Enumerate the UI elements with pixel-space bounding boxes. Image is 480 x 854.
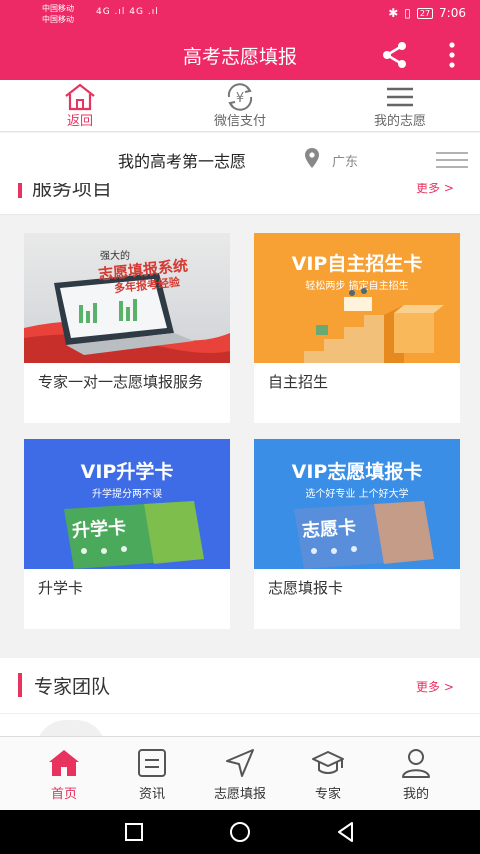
tab-back-label: 返回 <box>66 114 93 129</box>
nav-home[interactable]: 首页 <box>20 737 108 811</box>
share-icon[interactable] <box>380 40 410 70</box>
nav-news[interactable]: 资讯 <box>108 737 196 811</box>
card-illustration <box>64 501 204 569</box>
status-bar: 中国移动 中国移动 4G .ıl 4G .ıl ✱ ▯ 27 7:06 <box>0 0 480 30</box>
vibrate-icon: ▯ <box>404 6 411 20</box>
yuan-exchange-icon: ¥ <box>227 83 253 111</box>
tab-my-choices[interactable]: 我的志愿 <box>340 80 460 132</box>
status-time: 7:06 <box>439 6 466 20</box>
experts-more-link[interactable]: 更多 > <box>416 678 454 695</box>
news-icon <box>138 749 166 777</box>
location-pin-icon[interactable] <box>304 147 320 169</box>
experts-section-header: 专家团队 更多 > <box>0 658 480 714</box>
filter-menu-icon[interactable] <box>436 151 468 169</box>
more-options-icon[interactable] <box>440 40 464 70</box>
upgrade-card-image: VIP升学卡 升学提分两不误 升学卡 <box>24 439 230 569</box>
home-button-icon[interactable] <box>228 820 252 844</box>
section-accent-bar <box>18 183 22 198</box>
svg-text:¥: ¥ <box>236 91 244 106</box>
carrier-1: 中国移动 <box>42 4 74 13</box>
card-caption: 升学卡 <box>38 579 84 597</box>
nav-application[interactable]: 志愿填报 <box>196 737 284 811</box>
tab-wechat-pay-label: 微信支付 <box>213 114 266 129</box>
card-caption: 专家一对一志愿填报服务 <box>38 373 204 391</box>
expert-card-image: 强大的 志愿填报系统 多年报考经验 <box>24 233 230 363</box>
nav-experts[interactable]: 专家 <box>284 737 372 811</box>
bluetooth-icon: ✱ <box>388 6 399 20</box>
card-illustration <box>294 501 434 569</box>
experts-title: 专家团队 <box>34 676 111 698</box>
location-label[interactable]: 广东 <box>332 151 358 170</box>
top-tabs: 返回 ¥ 微信支付 我的志愿 <box>0 80 480 132</box>
nav-news-label: 资讯 <box>138 787 165 802</box>
card-printed-text: 升学卡 <box>71 517 127 542</box>
menu-icon <box>387 87 413 107</box>
navigation-arrow-icon <box>226 749 254 777</box>
services-more-link[interactable]: 更多 > <box>416 183 454 196</box>
carrier-2: 中国移动 <box>42 15 74 24</box>
card-printed-text: 志愿卡 <box>301 517 357 542</box>
battery-icon: 27 <box>416 7 434 19</box>
service-card-application[interactable]: VIP志愿填报卡 选个好专业 上个好大学 志愿卡 志愿填报卡 <box>254 439 460 629</box>
signal-indicator: 4G .ıl 4G .ıl <box>96 7 159 17</box>
app-bar: 高考志愿填报 <box>0 30 480 80</box>
application-card-image: VIP志愿填报卡 选个好专业 上个好大学 志愿卡 <box>254 439 460 569</box>
nav-mine[interactable]: 我的 <box>372 737 460 811</box>
services-section-header: 服务项目 更多 > <box>0 183 480 215</box>
service-card-expert[interactable]: 强大的 志愿填报系统 多年报考经验 专家一对一志愿填报服务 <box>24 233 230 423</box>
services-title: 服务项目 <box>32 183 112 200</box>
tab-wechat-pay[interactable]: ¥ 微信支付 <box>180 80 300 132</box>
service-card-autonomous[interactable]: VIP自主招生卡 轻松两步 搞定自主招生 自主招生 <box>254 233 460 423</box>
user-icon <box>402 749 430 778</box>
nav-home-label: 首页 <box>50 787 77 802</box>
experts-list <box>0 714 480 750</box>
recent-apps-icon[interactable] <box>122 820 146 844</box>
tab-back[interactable]: 返回 <box>20 80 140 132</box>
carrier-info: 中国移动 中国移动 <box>42 3 74 25</box>
graduation-cap-icon <box>312 751 344 774</box>
card-caption: 志愿填报卡 <box>268 579 344 597</box>
nav-application-label: 志愿填报 <box>213 787 266 802</box>
nav-mine-label: 我的 <box>402 787 429 802</box>
autonomous-card-image: VIP自主招生卡 轻松两步 搞定自主招生 <box>254 233 460 363</box>
subheader: 我的高考第一志愿 广东 <box>0 133 480 183</box>
tab-my-choices-label: 我的志愿 <box>373 114 426 129</box>
home-filled-icon <box>49 750 79 776</box>
nav-experts-label: 专家 <box>314 787 341 802</box>
card-caption: 自主招生 <box>268 373 329 391</box>
back-icon[interactable] <box>334 820 358 844</box>
home-icon <box>65 83 95 111</box>
system-nav-bar <box>0 810 480 854</box>
bottom-nav: 首页 资讯 志愿填报 专家 我的 <box>0 736 480 810</box>
first-choice-title: 我的高考第一志愿 <box>118 152 247 171</box>
service-card-upgrade[interactable]: VIP升学卡 升学提分两不误 升学卡 升学卡 <box>24 439 230 629</box>
section-accent-bar <box>18 673 22 697</box>
stairs-illustration <box>304 288 444 363</box>
